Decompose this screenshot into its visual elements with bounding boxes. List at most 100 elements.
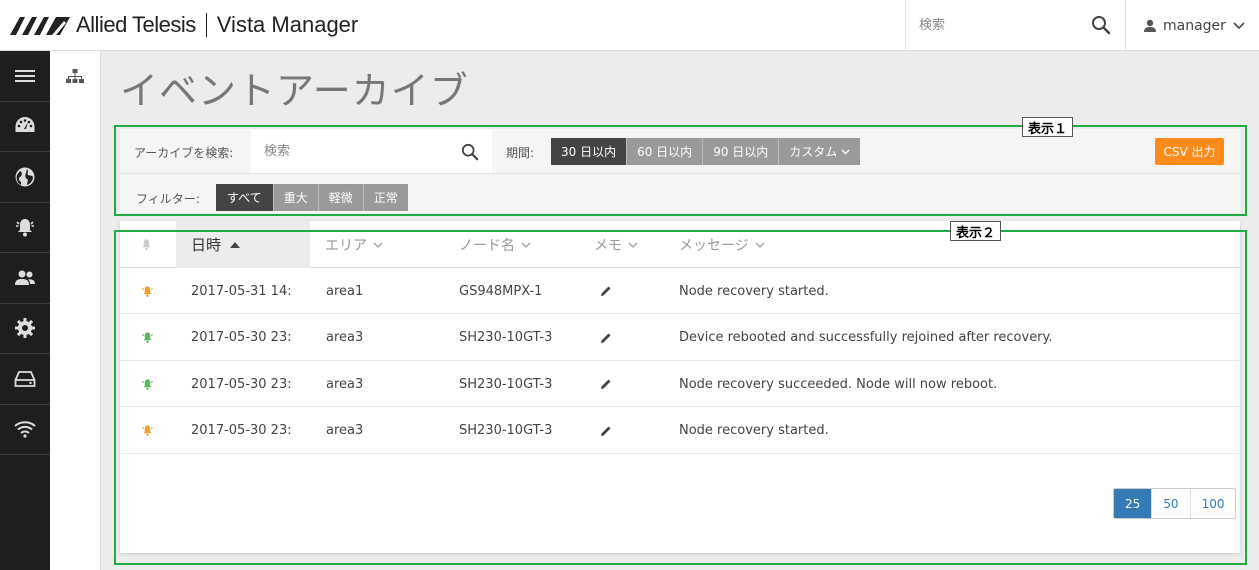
table-row[interactable]: 2017-05-31 14: area1 GS948MPX-1 Node recove… — [120, 268, 1240, 314]
event-table-panel: 日時 エリア ノード名 メモ メッセージ 2017-05-31 14: area1… — [120, 221, 1240, 553]
severity-option-label: 軽微 — [328, 191, 353, 205]
pencil-icon — [601, 426, 611, 436]
alarm-icon — [141, 378, 154, 390]
table-row[interactable]: 2017-05-30 23: area3 SH230-10GT-3 Node reco… — [120, 408, 1240, 454]
sidebar-item-settings[interactable] — [0, 304, 50, 354]
filter-normal-button[interactable]: 正常 — [363, 184, 408, 211]
period-option-label: 30 日以内 — [561, 145, 617, 159]
column-header-label: メモ — [594, 237, 622, 254]
filter-label: フィルター: — [136, 192, 200, 206]
column-header-area[interactable]: エリア — [325, 221, 383, 268]
allied-telesis-logo-icon — [10, 17, 70, 35]
sidebar-item-alarms[interactable] — [0, 203, 50, 253]
cell-datetime: 2017-05-30 23: — [191, 423, 292, 438]
edit-memo-button[interactable] — [600, 361, 612, 407]
page-size-100-button[interactable]: 100 — [1190, 489, 1236, 518]
period-selector: 30 日以内 60 日以内 90 日以内 カスタム — [551, 138, 861, 165]
archive-search-label: アーカイブを検索: — [134, 146, 234, 160]
dashboard-icon — [15, 117, 35, 133]
sidebar-item-globe[interactable] — [0, 152, 50, 203]
main-sidebar — [0, 51, 50, 570]
cell-datetime: 2017-05-31 14: — [191, 283, 292, 299]
csv-export-button[interactable]: CSV 出力 — [1155, 138, 1224, 165]
cell-area: area1 — [326, 283, 364, 299]
sidebar-item-dashboard[interactable] — [0, 102, 50, 152]
period-90-days-button[interactable]: 90 日以内 — [703, 138, 780, 165]
edit-memo-button[interactable] — [600, 268, 612, 314]
sub-sidebar — [50, 51, 101, 570]
alarm-icon — [141, 332, 154, 343]
search-icon[interactable] — [461, 143, 479, 161]
search-icon[interactable] — [1091, 15, 1111, 35]
severity-column-header[interactable] — [140, 221, 160, 268]
filter-panel: アーカイブを検索: 期間: 30 日以内 60 日以内 90 日以内 カスタム … — [120, 129, 1240, 213]
globe-icon — [15, 167, 35, 187]
cell-area: area3 — [326, 423, 364, 438]
gear-icon — [15, 318, 35, 339]
period-option-label: 90 日以内 — [713, 145, 769, 159]
menu-icon — [15, 69, 35, 82]
archive-search-input[interactable] — [251, 130, 451, 173]
pencil-icon — [601, 286, 611, 296]
chevron-down-icon — [628, 241, 638, 248]
column-header-datetime[interactable]: 日時 — [176, 221, 310, 268]
pencil-icon — [601, 333, 611, 343]
filter-critical-button[interactable]: 重大 — [273, 184, 319, 211]
column-header-label: ノード名 — [459, 237, 515, 254]
chevron-down-icon — [755, 241, 765, 248]
period-custom-dropdown[interactable]: カスタム — [779, 138, 861, 165]
sidebar-item-storage[interactable] — [0, 354, 50, 405]
global-search-input[interactable] — [906, 0, 1086, 50]
table-row[interactable]: 2017-05-30 23: area3 SH230-10GT-3 Device re… — [120, 315, 1240, 361]
severity-cell — [141, 268, 154, 314]
archive-search — [251, 130, 492, 173]
alarm-icon — [16, 219, 34, 237]
user-name: manager — [1163, 17, 1226, 34]
column-header-label: 日時 — [191, 236, 222, 254]
sidebar-item-menu[interactable] — [0, 51, 50, 102]
sort-ascending-icon — [230, 241, 241, 248]
cell-node-name: SH230-10GT-3 — [459, 330, 553, 345]
alarm-icon — [141, 285, 154, 297]
column-header-message[interactable]: メッセージ — [679, 221, 765, 268]
sitemap-icon[interactable] — [66, 69, 84, 85]
column-header-label: エリア — [325, 237, 367, 254]
period-30-days-button[interactable]: 30 日以内 — [551, 138, 628, 165]
page-size-25-button[interactable]: 25 — [1114, 489, 1153, 518]
sidebar-item-wireless[interactable] — [0, 405, 50, 455]
page-title: イベントアーカイブ — [120, 69, 469, 113]
period-60-days-button[interactable]: 60 日以内 — [627, 138, 704, 165]
top-bar: Allied Telesis Vista Manager manager — [0, 0, 1259, 51]
pencil-icon — [601, 379, 611, 389]
severity-cell — [141, 361, 154, 407]
user-menu[interactable]: manager — [1126, 0, 1259, 51]
cell-message: Device rebooted and successfully rejoine… — [679, 330, 1053, 345]
cell-datetime: 2017-05-30 23: — [191, 376, 292, 392]
wifi-icon — [14, 421, 36, 438]
global-search — [905, 0, 1126, 51]
cell-node-name: SH230-10GT-3 — [459, 376, 553, 392]
table-row[interactable]: 2017-05-30 23: area3 SH230-10GT-3 Node reco… — [120, 361, 1240, 407]
column-header-memo[interactable]: メモ — [594, 221, 638, 268]
severity-option-label: 正常 — [373, 191, 398, 205]
chevron-down-icon — [373, 241, 383, 248]
filter-all-button[interactable]: すべて — [216, 184, 274, 211]
alarm-icon — [141, 425, 154, 436]
storage-icon — [14, 370, 36, 387]
severity-cell — [141, 408, 154, 454]
edit-memo-button[interactable] — [600, 408, 612, 454]
severity-filter: すべて 重大 軽微 正常 — [216, 184, 408, 211]
chevron-down-icon — [521, 241, 531, 248]
cell-node-name: SH230-10GT-3 — [459, 423, 553, 438]
edit-memo-button[interactable] — [600, 315, 612, 361]
cell-node-name: GS948MPX-1 — [459, 283, 543, 299]
product-name: Vista Manager — [216, 12, 359, 37]
filter-minor-button[interactable]: 軽微 — [318, 184, 364, 211]
cell-area: area3 — [326, 330, 364, 345]
user-icon — [1144, 19, 1156, 32]
alarm-icon — [142, 239, 151, 250]
page-size-50-button[interactable]: 50 — [1152, 489, 1191, 518]
column-header-node[interactable]: ノード名 — [459, 221, 531, 268]
logo: Allied Telesis Vista Manager — [10, 12, 358, 38]
sidebar-item-users[interactable] — [0, 253, 50, 304]
